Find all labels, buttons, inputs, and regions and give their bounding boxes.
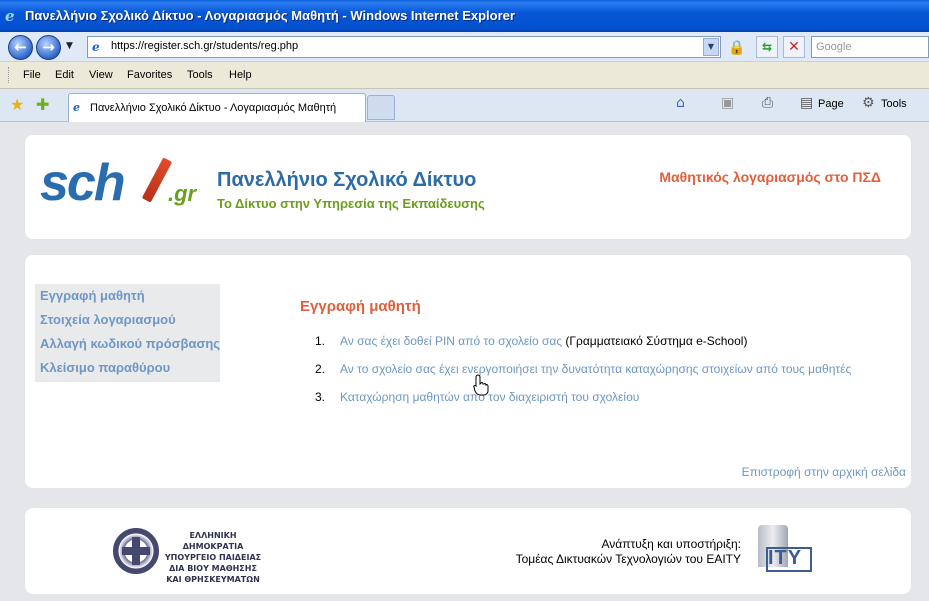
site-footer: ΕΛΛΗΝΙΚΗ ΔΗΜΟΚΡΑΤΙΑ ΥΠΟΥΡΓΕΙΟ ΠΑΙΔΕΙΑΣ Δ…: [25, 508, 911, 594]
page-content: sch .gr Πανελλήνιο Σχολικό Δίκτυο Το Δίκ…: [0, 122, 929, 601]
search-input[interactable]: Google: [811, 36, 929, 58]
ie-icon: e: [5, 7, 15, 25]
back-button[interactable]: ←: [8, 35, 33, 60]
search-placeholder: Google: [816, 41, 852, 53]
site-title: Πανελλήνιο Σχολικό Δίκτυο: [217, 169, 477, 191]
address-bar[interactable]: e https://register.sch.gr/students/reg.p…: [87, 36, 721, 58]
menu-view[interactable]: View: [89, 69, 113, 81]
tools-menu[interactable]: Tools: [881, 98, 907, 110]
site-subtitle: Το Δίκτυο στην Υπηρεσία της Εκπαίδευσης: [217, 196, 485, 211]
hand-cursor-icon: [473, 374, 489, 396]
sidebar-item-account-info[interactable]: Στοιχεία λογαριασμού: [35, 308, 220, 332]
menu-favorites[interactable]: Favorites: [127, 69, 172, 81]
sidebar-item-register[interactable]: Εγγραφή μαθητή: [35, 284, 220, 308]
site-header: sch .gr Πανελλήνιο Σχολικό Δίκτυο Το Δίκ…: [25, 135, 911, 239]
ministry-line: ΥΠΟΥΡΓΕΙΟ ΠΑΙΔΕΙΑΣ: [164, 553, 262, 562]
window-title: Πανελλήνιο Σχολικό Δίκτυο - Λογαριασμός …: [25, 8, 515, 23]
new-tab-button[interactable]: [367, 95, 395, 120]
window-titlebar[interactable]: e Πανελλήνιο Σχολικό Δίκτυο - Λογαριασμό…: [0, 0, 929, 32]
gear-icon: ⚙: [862, 95, 875, 111]
ministry-logo-text: ΕΛΛΗΝΙΚΗ ΔΗΜΟΚΡΑΤΙΑ ΥΠΟΥΡΓΕΙΟ ΠΑΙΔΕΙΑΣ Δ…: [160, 530, 266, 585]
logo-sch-text: sch: [40, 154, 126, 212]
ministry-line: ΕΛΛΗΝΙΚΗ ΔΗΜΟΚΡΑΤΙΑ: [182, 531, 244, 551]
main-panel: Εγγραφή μαθητή Στοιχεία λογαριασμού Αλλα…: [25, 255, 911, 488]
add-favorite-icon[interactable]: ✚: [36, 95, 49, 114]
eaity-logo-text: ITY: [768, 547, 803, 569]
ministry-line: ΔΙΑ ΒΙΟΥ ΜΑΘΗΣΗΣ: [169, 564, 257, 573]
sidebar-item-close-window[interactable]: Κλείσιμο παραθύρου: [35, 356, 220, 380]
developer-credit: Ανάπτυξη και υποστήριξη: Τομέας Δικτυακώ…: [516, 537, 741, 567]
arrow-right-icon: →: [42, 38, 55, 56]
page-menu-icon: ▤: [800, 95, 814, 111]
option-note: (Γραμματειακό Σύστημα e-School): [562, 334, 748, 348]
menu-help[interactable]: Help: [229, 69, 252, 81]
sidebar: Εγγραφή μαθητή Στοιχεία λογαριασμού Αλλα…: [35, 284, 220, 382]
option-admin-link[interactable]: Καταχώρηση μαθητών από τον διαχειριστή τ…: [340, 390, 639, 404]
page-icon: e: [92, 40, 100, 54]
address-dropdown-button[interactable]: ▼: [703, 38, 719, 56]
ministry-line: ΚΑΙ ΘΡΗΣΚΕΥΜΑΤΩΝ: [166, 575, 260, 584]
greek-emblem-icon: [113, 528, 159, 574]
option-self-register-link[interactable]: Αν το σχολείο σας έχει ενεργοποιήσει την…: [340, 362, 851, 376]
arrow-left-icon: ←: [14, 38, 27, 56]
address-toolbar: ← → ▼ e https://register.sch.gr/students…: [0, 32, 929, 62]
tab-page-icon: e: [73, 101, 80, 114]
option-number: 2.: [315, 362, 326, 376]
option-number: 1.: [315, 334, 326, 348]
back-home-link[interactable]: Επιστροφή στην αρχική σελίδα: [742, 465, 906, 479]
forward-button[interactable]: →: [36, 35, 61, 60]
section-title: Εγγραφή μαθητή: [300, 298, 421, 315]
menu-edit[interactable]: Edit: [55, 69, 74, 81]
tab-current[interactable]: e Πανελλήνιο Σχολικό Δίκτυο - Λογαριασμό…: [68, 93, 366, 122]
tab-label: Πανελλήνιο Σχολικό Δίκτυο - Λογαριασμός …: [90, 102, 337, 114]
logo-gr-text: .gr: [168, 181, 197, 206]
address-url[interactable]: https://register.sch.gr/students/reg.php: [111, 40, 298, 52]
stop-button[interactable]: ✕: [783, 36, 805, 58]
toolbar-grip[interactable]: [8, 67, 11, 83]
menu-file[interactable]: File: [23, 69, 41, 81]
option-number: 3.: [315, 390, 326, 404]
page-menu[interactable]: Page: [818, 98, 844, 110]
feeds-icon[interactable]: ▣: [721, 95, 734, 111]
menu-bar: File Edit View Favorites Tools Help: [0, 62, 929, 89]
favorites-star-icon[interactable]: ★: [10, 95, 24, 114]
sidebar-item-change-password[interactable]: Αλλαγή κωδικού πρόσβασης: [35, 332, 220, 356]
dev-line-2: Τομέας Δικτυακών Τεχνολογιών του ΕΑΙΤΥ: [515, 552, 741, 566]
home-icon[interactable]: ⌂: [676, 95, 685, 111]
dev-line-1: Ανάπτυξη και υποστήριξη:: [601, 537, 741, 551]
menu-tools[interactable]: Tools: [187, 69, 213, 81]
tab-bar: ★ ✚ e Πανελλήνιο Σχολικό Δίκτυο - Λογαρι…: [0, 89, 929, 122]
account-heading: Μαθητικός λογαριασμός στο ΠΣΔ: [659, 169, 881, 185]
sch-logo[interactable]: sch .gr: [40, 153, 210, 215]
option-pin-link[interactable]: Αν σας έχει δοθεί PIN από το σχολείο σας: [340, 334, 562, 348]
lock-icon[interactable]: 🔒: [727, 38, 747, 58]
eaity-logo[interactable]: ITY: [756, 525, 816, 575]
refresh-button[interactable]: ⇆: [756, 36, 778, 58]
recent-pages-dropdown[interactable]: ▼: [66, 41, 73, 51]
print-icon[interactable]: ⎙: [762, 95, 773, 111]
